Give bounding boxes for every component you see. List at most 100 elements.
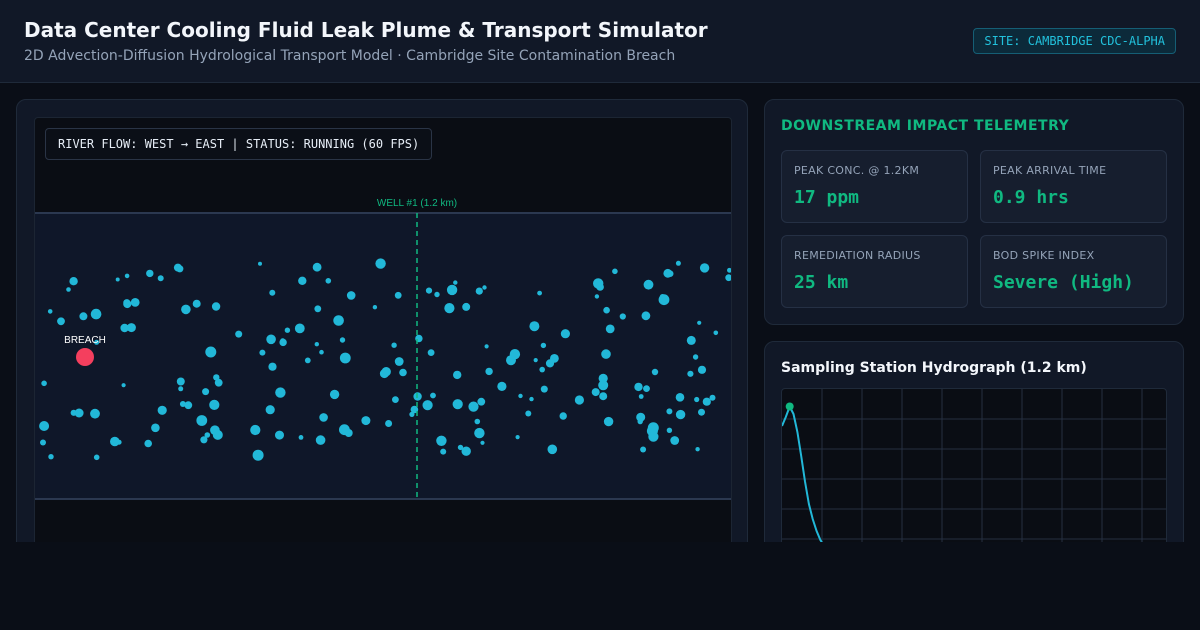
plume-particle: [675, 409, 686, 420]
plume-particle: [666, 408, 673, 415]
plume-particle: [205, 346, 217, 358]
plume-particle: [515, 435, 520, 440]
plume-particle: [675, 393, 685, 402]
plume-particle: [643, 385, 650, 392]
plume-particle: [574, 395, 585, 405]
hydrograph-chart: [781, 388, 1167, 560]
plume-particle: [659, 294, 666, 300]
plume-particle: [346, 291, 356, 300]
plume-particle: [605, 324, 615, 334]
plume-particle: [120, 323, 129, 333]
plume-particle: [258, 261, 262, 266]
simulation-canvas[interactable]: WELL #1 (1.2 km) BREACH RIVER FLOW: WEST…: [34, 117, 732, 549]
plume-particle: [130, 298, 140, 307]
plume-particle: [280, 338, 286, 343]
plume-particle: [179, 401, 186, 407]
plume-particle: [477, 397, 486, 406]
plume-particle: [325, 278, 332, 284]
plume-particle: [146, 269, 154, 278]
plume-particle: [474, 427, 485, 439]
plume-particle: [709, 394, 716, 401]
plume-particle: [372, 305, 378, 310]
plume-particle: [559, 412, 567, 420]
plume-particle: [275, 387, 286, 398]
hydrograph-panel: Sampling Station Hydrograph (1.2 km): [764, 341, 1184, 563]
plume-particle: [698, 408, 705, 416]
plume-particle: [484, 344, 489, 349]
plume-particle: [121, 383, 126, 388]
plume-particle: [214, 378, 223, 387]
plume-particle: [391, 342, 397, 348]
plume-particle: [333, 315, 344, 326]
plume-particle: [115, 277, 120, 282]
page-title: Data Center Cooling Fluid Leak Plume & T…: [24, 18, 708, 42]
plume-particle: [619, 313, 626, 320]
plume-particle: [178, 386, 184, 392]
plume-particle: [319, 349, 324, 355]
plume-particle: [399, 368, 407, 377]
plume-particle: [651, 368, 659, 376]
plume-particle: [529, 396, 534, 402]
plume-particle: [209, 399, 220, 410]
plume-particle: [547, 444, 558, 455]
plume-particle: [90, 408, 100, 419]
card-label: PEAK CONC. @ 1.2KM: [794, 164, 920, 177]
plume-particle: [319, 413, 328, 422]
telemetry-title: DOWNSTREAM IMPACT TELEMETRY: [781, 118, 1070, 134]
plume-particle: [211, 302, 221, 311]
plume-particle: [462, 302, 471, 311]
card-label: PEAK ARRIVAL TIME: [993, 164, 1107, 177]
plume-particle: [298, 435, 304, 440]
plume-particle: [192, 299, 201, 308]
plume-particle: [41, 380, 47, 387]
plume-particle: [430, 392, 436, 399]
plume-particle: [375, 258, 386, 269]
hydrograph-current-marker: [785, 402, 794, 411]
plume-particle: [601, 349, 611, 359]
plume-particle: [540, 385, 548, 393]
plume-particle: [461, 446, 471, 456]
status-indicator: RIVER FLOW: WEST → EAST | STATUS: RUNNIN…: [45, 128, 433, 160]
plume-particle: [593, 278, 604, 289]
plume-particle: [339, 352, 351, 364]
plume-particle: [181, 304, 191, 315]
site-badge: SITE: CAMBRIDGE CDC-ALPHA: [973, 28, 1176, 54]
card-peak-arrival: PEAK ARRIVAL TIME 0.9 hrs: [980, 150, 1167, 223]
plume-particle: [392, 396, 399, 403]
plume-particle: [79, 312, 88, 321]
plume-particle: [485, 367, 493, 376]
plume-particle: [250, 424, 261, 436]
plume-particle: [40, 439, 46, 446]
breach-label: BREACH: [64, 335, 106, 346]
card-bod-spike: BOD SPIKE INDEX Severe (High): [980, 235, 1167, 308]
plume-particle: [110, 436, 120, 447]
plume-particle: [425, 287, 433, 294]
plume-particle: [518, 393, 523, 399]
plume-particle: [266, 334, 276, 345]
plume-particle: [252, 449, 264, 461]
plume-particle: [694, 396, 700, 403]
plume-particle: [344, 429, 353, 437]
plume-particle: [612, 268, 618, 275]
plume-particle: [422, 400, 433, 411]
plume-particle: [663, 268, 673, 278]
plume-particle: [446, 284, 458, 296]
plume-particle: [151, 423, 160, 433]
plume-particle: [702, 397, 711, 406]
plume-particle: [482, 285, 487, 290]
plume-particle: [69, 277, 78, 286]
plume-particle: [634, 382, 643, 392]
plume-particle: [123, 299, 131, 307]
plume-particle: [453, 370, 462, 380]
card-label: REMEDIATION RADIUS: [794, 249, 921, 262]
plume-particle: [176, 377, 185, 386]
plume-particle: [603, 416, 614, 427]
plume-particle: [204, 432, 211, 438]
plume-particle: [66, 287, 71, 292]
plume-particle: [93, 454, 100, 461]
plume-particle: [697, 320, 702, 325]
plume-particle: [304, 357, 311, 364]
plume-particle: [379, 369, 389, 379]
plume-particle: [298, 276, 307, 285]
plume-particle: [560, 329, 571, 339]
